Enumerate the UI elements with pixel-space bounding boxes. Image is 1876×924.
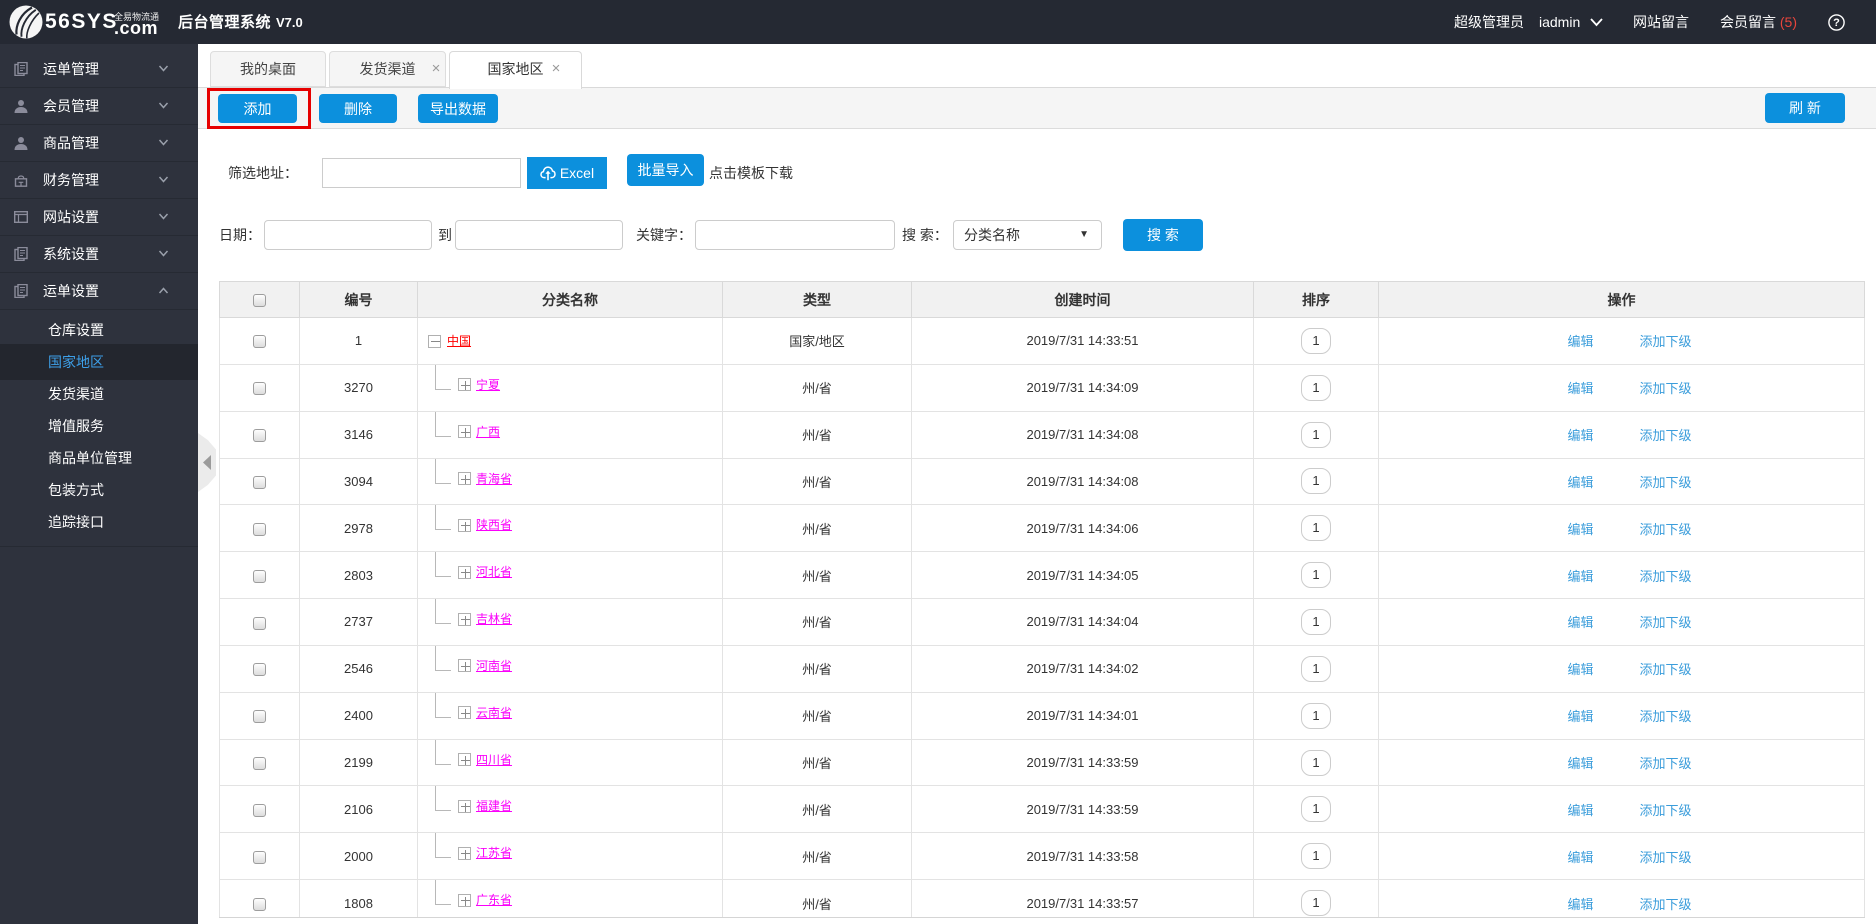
svg-text:?: ? — [1833, 17, 1840, 29]
